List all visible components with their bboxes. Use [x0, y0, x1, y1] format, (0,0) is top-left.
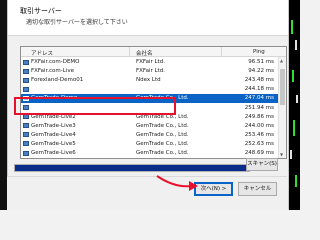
- chart-background-left: [0, 0, 7, 210]
- server-icon: [23, 86, 29, 92]
- column-company[interactable]: 会社名: [136, 49, 153, 57]
- server-row[interactable]: 244.18 ms: [21, 85, 286, 93]
- server-company: FXFair Ltd.: [136, 59, 165, 65]
- scrollbar-thumb[interactable]: [280, 69, 285, 105]
- server-address: FXFair.com-Live: [31, 68, 74, 75]
- server-address: GemTrade-Live4: [31, 131, 76, 138]
- server-row[interactable]: FXFair.com-Live FXFair Ltd. 94.22 ms: [21, 67, 286, 75]
- server-row[interactable]: GemTrade-Live4 GemTrade Co., Ltd. 253.46 m…: [21, 131, 286, 139]
- server-icon: [23, 132, 29, 138]
- server-row[interactable]: FXFair.com-DEMO FXFair Ltd. 96.51 ms: [21, 58, 286, 66]
- scroll-down-icon[interactable]: ▼: [280, 152, 283, 157]
- server-address: GemTrade-Live6: [31, 150, 76, 156]
- server-address: FXFair.com-DEMO: [31, 59, 80, 65]
- selection-highlight-annotation: [14, 97, 176, 115]
- server-icon: [23, 77, 29, 83]
- server-address: GemTrade-Live3: [31, 122, 76, 129]
- chart-background-right: [289, 0, 300, 210]
- dialog-title: 取引サーバー: [20, 7, 62, 15]
- server-address: Forexland-Demo01: [31, 77, 84, 84]
- progress-fill: [15, 165, 247, 171]
- server-ping: 94.22 ms: [248, 68, 274, 75]
- list-header: アドレス 会社名 Ping: [21, 47, 286, 57]
- server-row[interactable]: GemTrade-Live6 GemTrade Co., Ltd. 248.69 m…: [21, 149, 286, 157]
- server-ping: 243.48 ms: [244, 77, 274, 84]
- column-ping[interactable]: Ping: [253, 49, 265, 55]
- red-arrow-annotation-icon: [156, 175, 198, 191]
- column-address[interactable]: アドレス: [31, 49, 53, 57]
- server-ping: 247.04 ms: [244, 95, 274, 102]
- scan-progress-bar: [14, 164, 250, 172]
- server-row[interactable]: GemTrade-Live3 GemTrade Co., Ltd. 244.00 m…: [21, 122, 286, 130]
- server-row[interactable]: Forexland-Demo01 Ndex Ltd 243.48 ms: [21, 76, 286, 84]
- server-company: GemTrade Co., Ltd.: [136, 140, 189, 147]
- server-ping: 251.94 ms: [244, 104, 274, 111]
- dialog-header: 取引サーバー 適切な取引サーバーを選択して下さい: [8, 0, 288, 36]
- server-ping: 248.69 ms: [244, 150, 274, 156]
- scan-button[interactable]: スキャン(S): [246, 158, 278, 171]
- server-row[interactable]: GemTrade-Live5 GemTrade Co., Ltd. 252.63 m…: [21, 140, 286, 148]
- server-company: Ndex Ltd: [136, 77, 161, 84]
- server-icon: [23, 59, 29, 65]
- server-ping: 96.51 ms: [248, 59, 274, 65]
- cancel-button[interactable]: キャンセル: [238, 182, 277, 196]
- server-ping: 249.86 ms: [244, 113, 274, 120]
- server-ping: 244.18 ms: [244, 86, 274, 93]
- server-address: GemTrade-Live5: [31, 140, 76, 147]
- server-company: GemTrade Co., Ltd.: [136, 122, 189, 129]
- dialog-subtitle: 適切な取引サーバーを選択して下さい: [26, 19, 128, 26]
- server-ping: 252.63 ms: [244, 140, 274, 147]
- list-scrollbar[interactable]: ▲ ▼: [278, 57, 286, 158]
- scroll-up-icon[interactable]: ▲: [280, 58, 283, 63]
- server-icon: [23, 123, 29, 129]
- server-company: GemTrade Co., Ltd.: [136, 150, 189, 156]
- server-company: FXFair Ltd.: [136, 68, 165, 75]
- server-ping: 253.46 ms: [244, 131, 274, 138]
- server-ping: 244.00 ms: [244, 122, 274, 129]
- next-button[interactable]: 次へ(N) >: [194, 182, 233, 196]
- server-company: GemTrade Co., Ltd.: [136, 131, 189, 138]
- server-icon: [23, 150, 29, 156]
- server-icon: [23, 141, 29, 147]
- server-icon: [23, 68, 29, 74]
